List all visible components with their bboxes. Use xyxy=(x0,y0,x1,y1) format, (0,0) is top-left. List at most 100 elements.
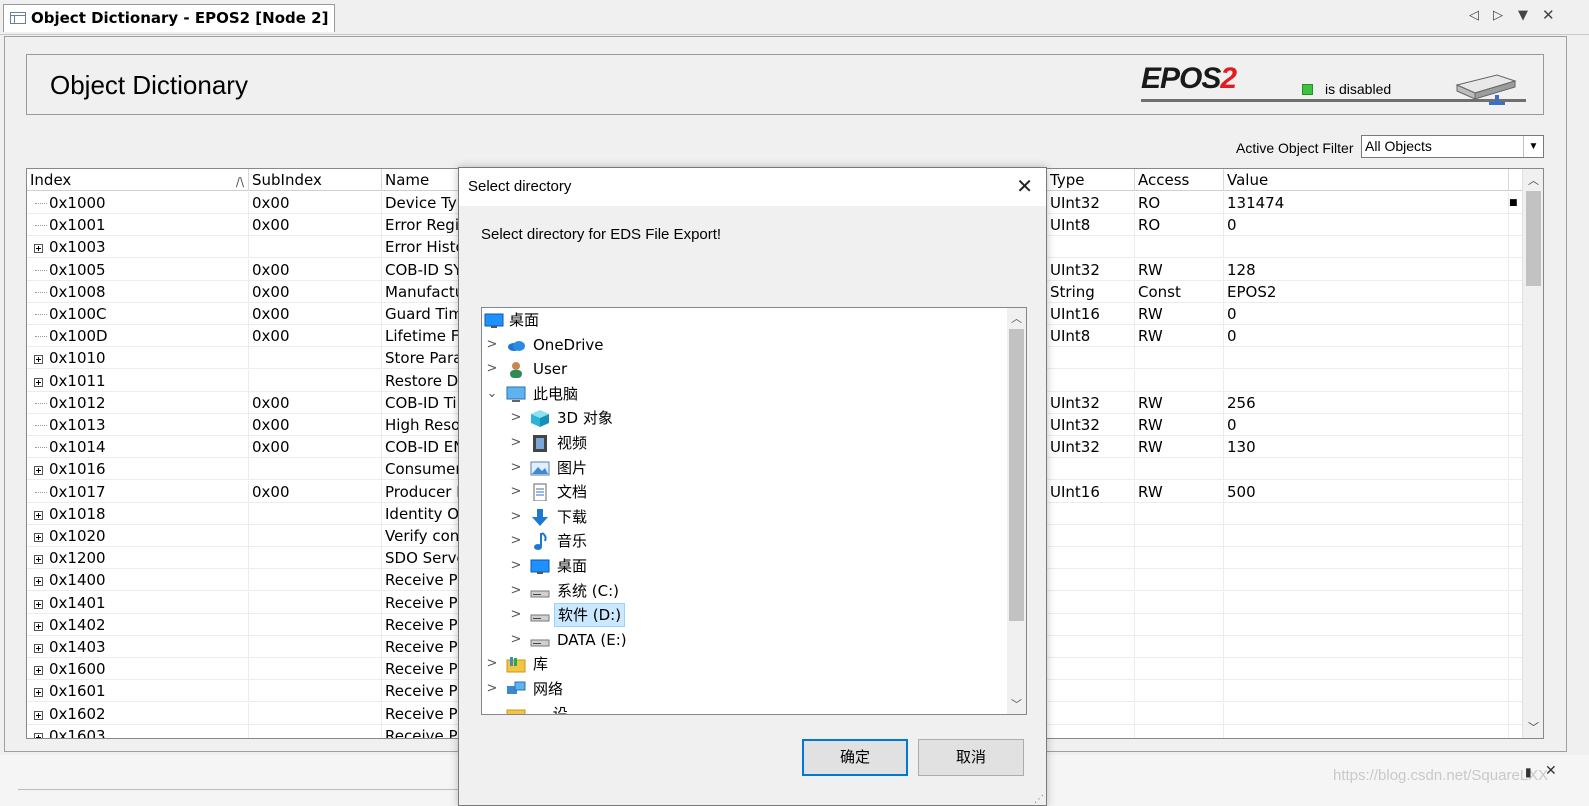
cancel-button[interactable]: 取消 xyxy=(918,739,1024,776)
expand-icon[interactable] xyxy=(34,599,43,609)
chevron-down-icon[interactable]: ⌄ xyxy=(486,382,498,406)
scroll-up-icon[interactable]: ︿ xyxy=(1007,310,1026,326)
grid-vertical-scrollbar[interactable]: ︿ ﹀ xyxy=(1522,169,1543,738)
tree-item[interactable]: 桌面 xyxy=(482,308,1008,332)
scroll-thumb[interactable] xyxy=(1526,191,1541,286)
tree-item[interactable]: > 库 xyxy=(482,652,1008,676)
page-title: Object Dictionary xyxy=(50,70,248,100)
expand-icon[interactable] xyxy=(34,466,43,476)
cell-access: RO xyxy=(1135,192,1224,214)
cloud-icon xyxy=(506,336,526,354)
scroll-right-icon[interactable]: ▷ xyxy=(1493,8,1503,23)
folder-tree[interactable]: 桌面 > OneDrive > User ⌄ 此电脑 >3D 对象 > 视频 > 图片 > 文档 > 下载 > 音… xyxy=(481,307,1027,715)
chevron-right-icon[interactable]: > xyxy=(510,406,522,430)
chevron-right-icon[interactable]: > xyxy=(510,505,522,529)
tree-item[interactable]: > User xyxy=(482,357,1008,381)
cell-index: 0x1601 xyxy=(27,680,249,703)
device-status: is disabled xyxy=(1325,81,1392,97)
tree-item[interactable]: … 设 xyxy=(482,702,1008,714)
expand-icon[interactable] xyxy=(34,555,43,565)
chevron-right-icon[interactable]: > xyxy=(510,431,522,455)
cell-text: Guard Tim xyxy=(385,305,463,323)
chevron-right-icon[interactable]: > xyxy=(510,456,522,480)
chevron-right-icon[interactable]: > xyxy=(510,480,522,504)
tree-item[interactable]: > DATA (E:) xyxy=(482,628,1008,652)
cell-type: UInt32 xyxy=(1047,436,1135,459)
tree-item[interactable]: > 图片 xyxy=(482,456,1008,480)
expand-icon[interactable] xyxy=(34,533,43,542)
chevron-right-icon[interactable]: > xyxy=(510,603,522,627)
ok-button[interactable]: 确定 xyxy=(802,739,908,776)
column-header-access[interactable]: Access xyxy=(1135,169,1224,191)
chevron-right-icon[interactable]: > xyxy=(486,652,498,676)
chevron-right-icon[interactable]: > xyxy=(510,579,522,603)
tree-item[interactable]: > 软件 (D:) xyxy=(482,603,1008,628)
expand-icon[interactable] xyxy=(34,644,43,653)
column-header-index[interactable]: Index/\ xyxy=(27,169,249,191)
close-icon[interactable]: ✕ xyxy=(1016,174,1033,198)
scroll-up-icon[interactable]: ︿ xyxy=(1523,172,1543,188)
chevron-right-icon[interactable]: > xyxy=(486,333,498,357)
cell-sub: 0x00 xyxy=(249,436,382,459)
chevron-right-icon[interactable]: > xyxy=(510,554,522,578)
expand-icon[interactable] xyxy=(34,732,43,738)
expand-icon[interactable] xyxy=(34,710,43,720)
scroll-left-icon[interactable]: ◁ xyxy=(1469,8,1479,23)
scroll-down-icon[interactable]: ﹀ xyxy=(1523,719,1543,735)
cell-value: 131474 xyxy=(1224,192,1509,214)
expand-icon[interactable] xyxy=(34,355,43,365)
cell-type: UInt32 xyxy=(1047,391,1135,414)
resize-grip-icon[interactable]: ⋰ xyxy=(1034,794,1044,805)
cell-index: 0x100D xyxy=(27,325,249,348)
scroll-down-icon[interactable]: ﹀ xyxy=(1007,696,1026,712)
expand-icon[interactable] xyxy=(34,244,43,254)
cell-sub: 0x00 xyxy=(249,280,382,303)
tree-item[interactable]: > 桌面 xyxy=(482,554,1008,578)
close-tab-icon[interactable]: ✕ xyxy=(1542,6,1555,24)
tree-item[interactable]: > 下载 xyxy=(482,505,1008,529)
expand-icon[interactable] xyxy=(34,377,43,387)
tree-vertical-scrollbar[interactable]: ︿ ﹀ xyxy=(1007,308,1026,714)
chevron-right-icon[interactable]: > xyxy=(486,357,498,381)
expand-icon[interactable] xyxy=(34,577,43,587)
cell-index: 0x1403 xyxy=(27,636,249,658)
cell-index: 0x1020 xyxy=(27,525,249,547)
tree-item[interactable]: > 文档 xyxy=(482,480,1008,504)
column-header-subindex[interactable]: SubIndex xyxy=(249,169,382,191)
tab-menu-icon[interactable]: ▼ xyxy=(1518,8,1528,23)
column-header-type[interactable]: Type xyxy=(1047,169,1135,191)
cell-text: Receive PD xyxy=(385,704,470,723)
tab-object-dictionary[interactable]: Object Dictionary - EPOS2 [Node 2] xyxy=(3,4,336,32)
expand-icon[interactable] xyxy=(34,621,43,631)
chevron-right-icon[interactable]: > xyxy=(510,628,522,652)
tree-item[interactable]: > 系统 (C:) xyxy=(482,579,1008,603)
dialog-message: Select directory for EDS File Export! xyxy=(481,226,722,243)
column-header-value[interactable]: Value xyxy=(1224,169,1509,191)
cell-text: Receive PD xyxy=(385,726,470,739)
expand-icon[interactable] xyxy=(34,688,43,698)
tree-item[interactable]: > 音乐 xyxy=(482,529,1008,553)
cell-text: 0x00 xyxy=(252,194,290,212)
cell-text: 0x1400 xyxy=(49,571,106,590)
tree-item[interactable]: >3D 对象 xyxy=(482,406,1008,430)
tree-scroll-thumb[interactable] xyxy=(1009,329,1024,621)
cell-text: 0x1601 xyxy=(49,682,106,701)
tree-item[interactable]: > OneDrive xyxy=(482,333,1008,357)
cell-index: 0x1200 xyxy=(27,547,249,570)
tree-item[interactable]: > 视频 xyxy=(482,431,1008,455)
window-icon xyxy=(10,12,26,24)
chevron-right-icon[interactable]: > xyxy=(510,529,522,553)
object-filter-select[interactable]: All Objects ▼ xyxy=(1361,135,1544,158)
expand-icon[interactable] xyxy=(34,510,43,520)
tree-item[interactable]: ⌄ 此电脑 xyxy=(482,382,1008,406)
expand-icon[interactable] xyxy=(34,666,43,676)
cell-text: COB-ID SY xyxy=(385,260,463,279)
pin-icon[interactable]: ▮ xyxy=(1525,765,1532,779)
close-panel-icon[interactable]: ✕ xyxy=(1545,763,1557,779)
cell-index: 0x1010 xyxy=(27,347,249,370)
dropdown-arrow-icon[interactable]: ▼ xyxy=(1523,136,1543,157)
chevron-right-icon[interactable]: > xyxy=(486,677,498,701)
tree-item-label: 图片 xyxy=(557,458,588,477)
tree-item[interactable]: > 网络 xyxy=(482,677,1008,701)
cell-sub: 0x00 xyxy=(249,325,382,348)
